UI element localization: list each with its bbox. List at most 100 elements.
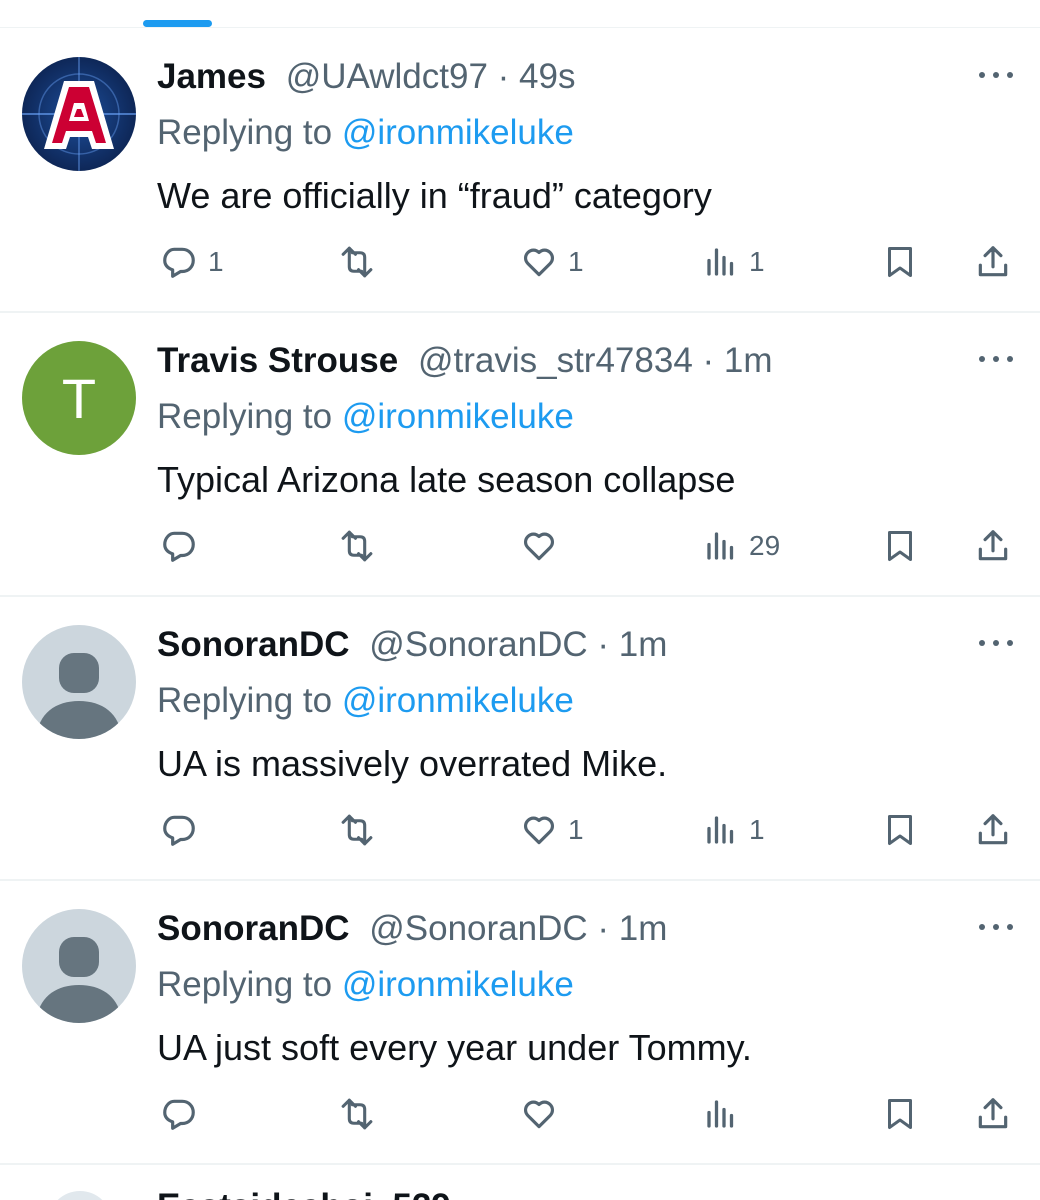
views-icon (707, 248, 734, 276)
views-button[interactable] (703, 1092, 749, 1136)
like-button[interactable] (520, 524, 568, 568)
reply-text: We are officially in “fraud” category (157, 175, 712, 216)
like-icon (523, 1100, 555, 1129)
like-icon (523, 532, 555, 561)
handle[interactable]: @SonoranDC (369, 909, 587, 948)
timestamp[interactable]: 1m (619, 909, 668, 948)
reply-button[interactable] (160, 524, 208, 568)
action-bar: 1 1 (0, 808, 1040, 852)
avatar[interactable] (48, 1191, 112, 1200)
more-button[interactable] (974, 65, 1018, 85)
views-count: 1 (749, 246, 765, 277)
bookmark-button[interactable] (882, 808, 918, 852)
replying-to-label: Replying to (157, 113, 342, 152)
display-name[interactable]: SonoranDC (157, 909, 350, 948)
mention-link[interactable]: @ironmikeluke (342, 397, 574, 436)
bookmark-icon (888, 1099, 912, 1129)
more-icon (979, 640, 1013, 646)
bookmark-button[interactable] (882, 524, 918, 568)
retweet-button[interactable] (337, 240, 387, 284)
like-count: 1 (568, 814, 584, 845)
reply-item-partial[interactable]: Eastsideaboi_529 (0, 1165, 1040, 1200)
like-button[interactable]: 1 (520, 240, 584, 284)
replying-to-label: Replying to (157, 965, 342, 1004)
retweet-icon (341, 246, 373, 278)
handle[interactable]: @travis_str47834 (418, 341, 693, 380)
dot-separator: · (692, 341, 724, 380)
reply-button[interactable]: 1 (160, 240, 224, 284)
views-button[interactable]: 1 (703, 808, 765, 852)
handle[interactable]: @UAwldct97 (286, 57, 488, 96)
bookmark-icon (888, 247, 912, 277)
avatar[interactable] (22, 625, 136, 739)
reply-icon (163, 1099, 195, 1130)
dot-separator: · (587, 625, 619, 664)
share-button[interactable] (974, 808, 1012, 852)
reply-header: Travis Strouse @travis_str47834 · 1m (157, 339, 773, 383)
more-button[interactable] (974, 349, 1018, 369)
views-icon (707, 816, 734, 844)
like-button[interactable] (520, 1092, 568, 1136)
share-icon (978, 530, 1008, 561)
default-avatar-icon (22, 909, 136, 1023)
timestamp[interactable]: 1m (724, 341, 773, 380)
bookmark-icon (888, 815, 912, 845)
avatar[interactable] (22, 57, 136, 171)
share-button[interactable] (974, 524, 1012, 568)
display-name[interactable]: James (157, 57, 266, 96)
bookmark-icon (888, 531, 912, 561)
display-name[interactable]: Travis Strouse (157, 341, 398, 380)
more-button[interactable] (974, 633, 1018, 653)
reply-text: Typical Arizona late season collapse (157, 459, 736, 500)
avatar[interactable]: T (22, 341, 136, 455)
more-icon (979, 356, 1013, 362)
retweet-icon (341, 1098, 373, 1130)
reply-icon (163, 247, 195, 278)
bookmark-button[interactable] (882, 240, 918, 284)
replying-to-label: Replying to (157, 397, 342, 436)
timestamp[interactable]: 1m (619, 625, 668, 664)
retweet-button[interactable] (337, 1092, 387, 1136)
bookmark-button[interactable] (882, 1092, 918, 1136)
share-icon (978, 814, 1008, 845)
display-name[interactable]: SonoranDC (157, 625, 350, 664)
avatar-letter: T (61, 366, 97, 430)
retweet-button[interactable] (337, 808, 387, 852)
mention-link[interactable]: @ironmikeluke (342, 681, 574, 720)
reply-thread: James @UAwldct97 · 49s Replying to @iron… (0, 0, 1040, 1200)
mention-link[interactable]: @ironmikeluke (342, 113, 574, 152)
display-name[interactable]: Eastsideaboi_529 (157, 1187, 451, 1200)
mention-link[interactable]: @ironmikeluke (342, 965, 574, 1004)
share-icon (978, 1098, 1008, 1129)
views-button[interactable]: 29 (703, 524, 780, 568)
active-tab-indicator (143, 20, 212, 27)
reply-button[interactable] (160, 1092, 208, 1136)
reply-item[interactable]: T Travis Strouse @travis_str47834 · 1m R… (0, 313, 1040, 597)
action-bar: 1 1 1 (0, 240, 1040, 284)
more-icon (979, 924, 1013, 930)
share-button[interactable] (974, 1092, 1012, 1136)
views-icon (707, 1100, 734, 1128)
retweet-icon (341, 814, 373, 846)
views-button[interactable]: 1 (703, 240, 765, 284)
timestamp[interactable]: 49s (519, 57, 575, 96)
like-button[interactable]: 1 (520, 808, 584, 852)
avatar[interactable] (22, 909, 136, 1023)
reply-item[interactable]: SonoranDC @SonoranDC · 1m Replying to @i… (0, 597, 1040, 881)
handle[interactable]: @SonoranDC (369, 625, 587, 664)
reply-text: UA is massively overrated Mike. (157, 743, 668, 784)
share-icon (978, 246, 1008, 277)
replying-to-line: Replying to @ironmikeluke (157, 679, 574, 723)
replying-to-label: Replying to (157, 681, 342, 720)
retweet-button[interactable] (337, 524, 387, 568)
dot-separator: · (487, 57, 520, 96)
reply-item[interactable]: SonoranDC @SonoranDC · 1m Replying to @i… (0, 881, 1040, 1165)
top-divider (0, 27, 1040, 28)
reply-item[interactable]: James @UAwldct97 · 49s Replying to @iron… (0, 29, 1040, 313)
more-button[interactable] (974, 917, 1018, 937)
reply-header: SonoranDC @SonoranDC · 1m (157, 907, 667, 951)
reply-button[interactable] (160, 808, 208, 852)
action-bar (0, 1092, 1040, 1136)
share-button[interactable] (974, 240, 1012, 284)
views-count: 29 (749, 530, 781, 561)
